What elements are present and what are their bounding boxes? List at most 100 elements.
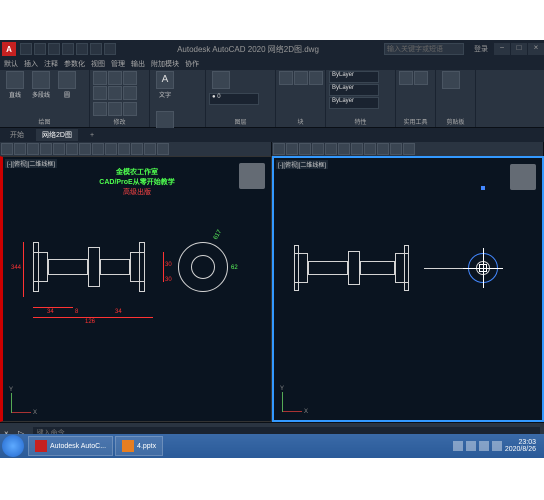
viewport-right[interactable]: [-][俯视][二维线框] X Y — [272, 156, 544, 422]
tray-icon[interactable] — [453, 441, 463, 451]
dimension-line — [163, 252, 164, 282]
start-button[interactable] — [2, 435, 24, 457]
layer-props-button[interactable] — [209, 71, 233, 91]
qat-save-icon[interactable] — [48, 43, 60, 55]
menu-collab[interactable]: 协作 — [185, 59, 199, 69]
vp-tool-icon[interactable] — [286, 143, 298, 155]
vp-tool-icon[interactable] — [299, 143, 311, 155]
vp-tool-icon[interactable] — [27, 143, 39, 155]
lineweight-dropdown[interactable]: ByLayer — [329, 84, 379, 96]
vp-tool-icon[interactable] — [312, 143, 324, 155]
linetype-dropdown[interactable]: ByLayer — [329, 97, 379, 109]
menu-bar: 默认 插入 注释 参数化 视图 管理 输出 附加模块 协作 — [0, 58, 544, 70]
dimension-line — [23, 242, 24, 297]
close-button[interactable]: × — [528, 43, 544, 55]
volume-icon[interactable] — [479, 441, 489, 451]
rotate-icon[interactable] — [108, 71, 122, 85]
panel-clipboard: 剪贴板 — [436, 70, 476, 127]
help-search-input[interactable]: 输入关键字或短语 — [384, 43, 464, 55]
create-block-icon[interactable] — [294, 71, 308, 85]
qat-saveas-icon[interactable] — [62, 43, 74, 55]
network-icon[interactable] — [492, 441, 502, 451]
drawing-title: 金模农工作室 CAD/ProE从零开始教学 高级出版 — [99, 167, 174, 197]
shaft-inner-circle — [191, 255, 215, 279]
qat-new-icon[interactable] — [20, 43, 32, 55]
menu-annotate[interactable]: 注释 — [44, 59, 58, 69]
qat-undo-icon[interactable] — [90, 43, 102, 55]
maximize-button[interactable]: □ — [511, 43, 527, 55]
vp-tool-icon[interactable] — [403, 143, 415, 155]
fillet-icon[interactable] — [123, 86, 137, 100]
measure-icon[interactable] — [399, 71, 413, 85]
vp-tool-icon[interactable] — [157, 143, 169, 155]
paste-button[interactable] — [439, 71, 463, 109]
edit-block-icon[interactable] — [309, 71, 323, 85]
app-logo[interactable]: A — [2, 42, 16, 56]
vp-tool-icon[interactable] — [131, 143, 143, 155]
vp-tool-icon[interactable] — [377, 143, 389, 155]
vp-tool-icon[interactable] — [273, 143, 285, 155]
viewport-label[interactable]: [-][俯视][二维线框] — [276, 160, 328, 169]
side-circle-inner — [476, 261, 490, 275]
text-button[interactable]: A文字 — [153, 71, 177, 109]
trim-icon[interactable] — [123, 71, 137, 85]
viewcube-icon[interactable] — [239, 163, 265, 189]
panel-label: 块 — [279, 116, 322, 126]
vp-tool-icon[interactable] — [144, 143, 156, 155]
vp-tool-icon[interactable] — [1, 143, 13, 155]
polyline-button[interactable]: 多段线 — [29, 71, 53, 109]
qat-open-icon[interactable] — [34, 43, 46, 55]
tab-start[interactable]: 开始 — [4, 129, 30, 141]
stretch-icon[interactable] — [93, 102, 107, 116]
vp-tool-icon[interactable] — [79, 143, 91, 155]
copy-icon[interactable] — [93, 86, 107, 100]
menu-output[interactable]: 输出 — [131, 59, 145, 69]
vp-tool-icon[interactable] — [105, 143, 117, 155]
tab-new[interactable]: + — [84, 131, 100, 140]
circle-button[interactable]: 圆 — [55, 71, 79, 109]
dimension-value: 8 — [75, 309, 78, 315]
qat-plot-icon[interactable] — [76, 43, 88, 55]
vp-tool-icon[interactable] — [325, 143, 337, 155]
minimize-button[interactable]: − — [494, 43, 510, 55]
color-dropdown[interactable]: ByLayer — [329, 71, 379, 83]
taskbar-item-ppt[interactable]: 4.pptx — [115, 436, 163, 456]
viewcube-icon[interactable] — [510, 164, 536, 190]
menu-insert[interactable]: 插入 — [24, 59, 38, 69]
layer-dropdown[interactable]: ● 0 — [209, 93, 259, 105]
panel-modify: 修改 — [90, 70, 150, 127]
select-icon[interactable] — [414, 71, 428, 85]
taskbar-clock[interactable]: 23:03 2020/8/26 — [505, 439, 536, 453]
vp-tool-icon[interactable] — [390, 143, 402, 155]
tab-document[interactable]: 网络2D图 — [36, 129, 78, 141]
menu-manage[interactable]: 管理 — [111, 59, 125, 69]
user-signin[interactable]: 登录 — [474, 44, 488, 54]
taskbar-item-autocad[interactable]: Autodesk AutoC... — [28, 436, 113, 456]
line-button[interactable]: 直线 — [3, 71, 27, 109]
move-icon[interactable] — [93, 71, 107, 85]
vp-tool-icon[interactable] — [66, 143, 78, 155]
menu-addins[interactable]: 附加模块 — [151, 59, 179, 69]
vp-tool-icon[interactable] — [53, 143, 65, 155]
vp-tool-icon[interactable] — [118, 143, 130, 155]
mirror-icon[interactable] — [108, 86, 122, 100]
insert-block-icon[interactable] — [279, 71, 293, 85]
vp-tool-icon[interactable] — [14, 143, 26, 155]
vp-tool-icon[interactable] — [92, 143, 104, 155]
menu-default[interactable]: 默认 — [4, 59, 18, 69]
menu-view[interactable]: 视图 — [91, 59, 105, 69]
panel-label: 修改 — [93, 116, 146, 126]
vp-tool-icon[interactable] — [351, 143, 363, 155]
vp-tool-icon[interactable] — [364, 143, 376, 155]
scale-icon[interactable] — [108, 102, 122, 116]
menu-parametric[interactable]: 参数化 — [64, 59, 85, 69]
vp-tool-icon[interactable] — [40, 143, 52, 155]
viewport-label[interactable]: [-][俯视][二维线框] — [5, 159, 57, 168]
tray-icon[interactable] — [466, 441, 476, 451]
qat-redo-icon[interactable] — [104, 43, 116, 55]
grip-handle[interactable] — [481, 186, 485, 190]
viewport-left[interactable]: [-][俯视][二维线框] 金模农工作室 CAD/ProE从零开始教学 高级出版 — [0, 156, 272, 422]
array-icon[interactable] — [123, 102, 137, 116]
dimension-value: 30 — [165, 277, 172, 283]
vp-tool-icon[interactable] — [338, 143, 350, 155]
